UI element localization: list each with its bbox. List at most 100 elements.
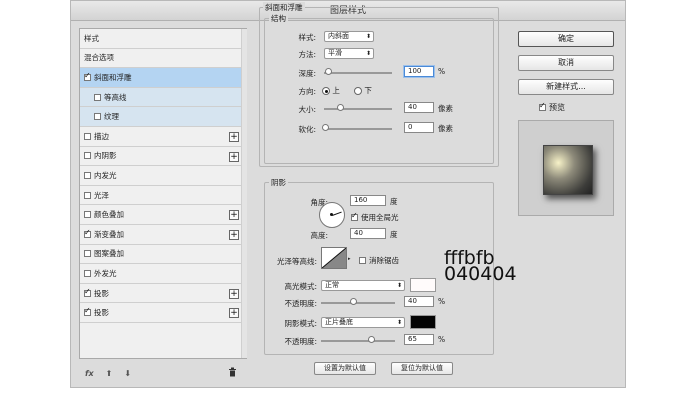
technique-select[interactable]: 平滑 ⬍ <box>324 48 374 59</box>
highlight-color-swatch[interactable] <box>410 278 436 292</box>
style-list-item-label: 图案叠加 <box>94 249 124 259</box>
add-style-icon[interactable]: + <box>229 131 239 142</box>
style-checkbox[interactable] <box>84 152 91 160</box>
style-list-item[interactable]: 图案叠加 <box>80 245 246 265</box>
style-list-item-label: 纹理 <box>104 112 119 122</box>
add-style-icon[interactable]: + <box>229 151 239 162</box>
angle-dial[interactable] <box>319 202 345 228</box>
soften-slider-knob[interactable] <box>322 124 329 131</box>
move-up-icon[interactable]: ⬆ <box>106 369 113 378</box>
style-list-item[interactable]: 纹理 <box>80 107 246 127</box>
antialias-checkbox[interactable] <box>359 257 366 264</box>
direction-label: 方向: <box>298 87 316 96</box>
add-style-icon[interactable]: + <box>229 308 239 319</box>
add-style-icon[interactable]: + <box>229 288 239 299</box>
style-list-item[interactable]: 投影 + <box>80 284 246 304</box>
global-light-option[interactable]: 使用全局光 <box>351 211 399 223</box>
direction-down-radio[interactable] <box>354 87 362 95</box>
style-list-item[interactable]: 投影 + <box>80 303 246 323</box>
style-list-item[interactable]: 外发光 <box>80 264 246 284</box>
altitude-unit: 度 <box>390 230 398 239</box>
style-list-item[interactable]: 颜色叠加 + <box>80 205 246 225</box>
global-light-checkbox[interactable] <box>351 211 358 221</box>
style-checkbox[interactable] <box>84 287 91 297</box>
style-list-item-label: 混合选项 <box>84 53 114 63</box>
size-slider-knob[interactable] <box>337 104 344 111</box>
style-list-item[interactable]: 渐变叠加 + <box>80 225 246 245</box>
style-checkbox[interactable] <box>84 250 91 258</box>
direction-up-option[interactable]: 上 <box>322 85 340 96</box>
highlight-mode-select[interactable]: 正常 ⬍ <box>321 280 405 291</box>
shadow-color-swatch[interactable] <box>410 315 436 329</box>
structure-title: 结构 <box>269 13 288 24</box>
style-list-item[interactable]: 斜面和浮雕 <box>80 68 246 88</box>
preview-option[interactable]: 预览 <box>539 101 565 113</box>
shadow-mode-select[interactable]: 正片叠底 ⬍ <box>321 317 405 328</box>
soften-label: 软化: <box>298 125 316 134</box>
style-checkbox[interactable] <box>84 171 91 179</box>
style-checkbox[interactable] <box>84 71 91 81</box>
style-checkbox[interactable] <box>94 113 101 121</box>
style-checkbox[interactable] <box>84 132 91 140</box>
bevel-emboss-title: 斜面和浮雕 <box>263 2 305 13</box>
style-checkbox[interactable] <box>84 228 91 238</box>
style-list-item[interactable]: 样式 <box>80 29 246 49</box>
style-checkbox[interactable] <box>94 93 101 101</box>
contour-curve-icon <box>321 247 347 269</box>
add-style-icon[interactable]: + <box>229 210 239 221</box>
ok-button[interactable]: 确定 <box>518 31 614 47</box>
highlight-opacity-label: 不透明度: <box>284 299 317 308</box>
style-list-item-label: 外发光 <box>94 268 117 278</box>
style-checkbox[interactable] <box>84 211 91 219</box>
preview-checkbox[interactable] <box>539 101 546 111</box>
preview-swatch <box>543 145 593 195</box>
new-style-button[interactable]: 新建样式... <box>518 79 614 95</box>
style-list-item[interactable]: 等高线 <box>80 87 246 108</box>
depth-input[interactable]: 100 <box>404 66 434 77</box>
shadow-hex-annotation: 040404 <box>444 263 517 285</box>
direction-up-label: 上 <box>332 86 340 95</box>
style-list-item[interactable]: 混合选项 <box>80 49 246 69</box>
highlight-opacity-slider[interactable] <box>321 302 395 304</box>
trash-icon[interactable] <box>228 367 237 379</box>
style-list-item-label: 等高线 <box>104 92 127 102</box>
style-list-item[interactable]: 描边 + <box>80 127 246 147</box>
highlight-opacity-unit: % <box>438 297 446 306</box>
style-list-item-label: 内发光 <box>94 170 117 180</box>
style-select[interactable]: 内斜面 ⬍ <box>324 31 374 42</box>
size-input[interactable]: 40 <box>404 102 434 113</box>
reset-default-button[interactable]: 复位为默认值 <box>391 362 453 375</box>
highlight-opacity-input[interactable]: 40 <box>404 296 434 307</box>
angle-input[interactable]: 160 <box>350 195 386 206</box>
fx-icon[interactable]: fx <box>85 369 94 378</box>
cancel-button[interactable]: 取消 <box>518 55 614 71</box>
direction-up-radio[interactable] <box>322 87 330 95</box>
shadow-opacity-slider[interactable] <box>321 340 395 342</box>
style-list-item[interactable]: 光泽 <box>80 186 246 206</box>
altitude-input[interactable]: 40 <box>350 228 386 239</box>
contour-dropdown-icon[interactable]: ▸ <box>348 256 351 262</box>
direction-down-option[interactable]: 下 <box>354 85 372 96</box>
style-list-item[interactable]: 内发光 <box>80 166 246 186</box>
style-checkbox[interactable] <box>84 306 91 317</box>
set-default-button[interactable]: 设置为默认值 <box>314 362 376 375</box>
style-list-item[interactable]: 内阴影 + <box>80 147 246 167</box>
size-slider[interactable] <box>324 108 392 110</box>
gloss-contour-label: 光泽等高线: <box>276 257 317 266</box>
gloss-contour-picker[interactable] <box>321 247 347 269</box>
style-checkbox[interactable] <box>84 269 91 277</box>
scrollbar[interactable] <box>241 29 247 358</box>
shadow-opacity-knob[interactable] <box>368 336 375 343</box>
depth-slider-knob[interactable] <box>325 68 332 75</box>
technique-select-value: 平滑 <box>328 49 342 57</box>
highlight-opacity-knob[interactable] <box>350 298 357 305</box>
style-list-item-label: 颜色叠加 <box>94 210 124 220</box>
soften-input[interactable]: 0 <box>404 122 434 133</box>
antialias-option[interactable]: 消除锯齿 <box>359 255 399 266</box>
shadow-opacity-input[interactable]: 65 <box>404 334 434 345</box>
style-checkbox[interactable] <box>84 191 91 199</box>
move-down-icon[interactable]: ⬇ <box>124 369 131 378</box>
soften-slider[interactable] <box>324 128 392 130</box>
depth-slider[interactable] <box>324 72 392 74</box>
add-style-icon[interactable]: + <box>229 229 239 240</box>
